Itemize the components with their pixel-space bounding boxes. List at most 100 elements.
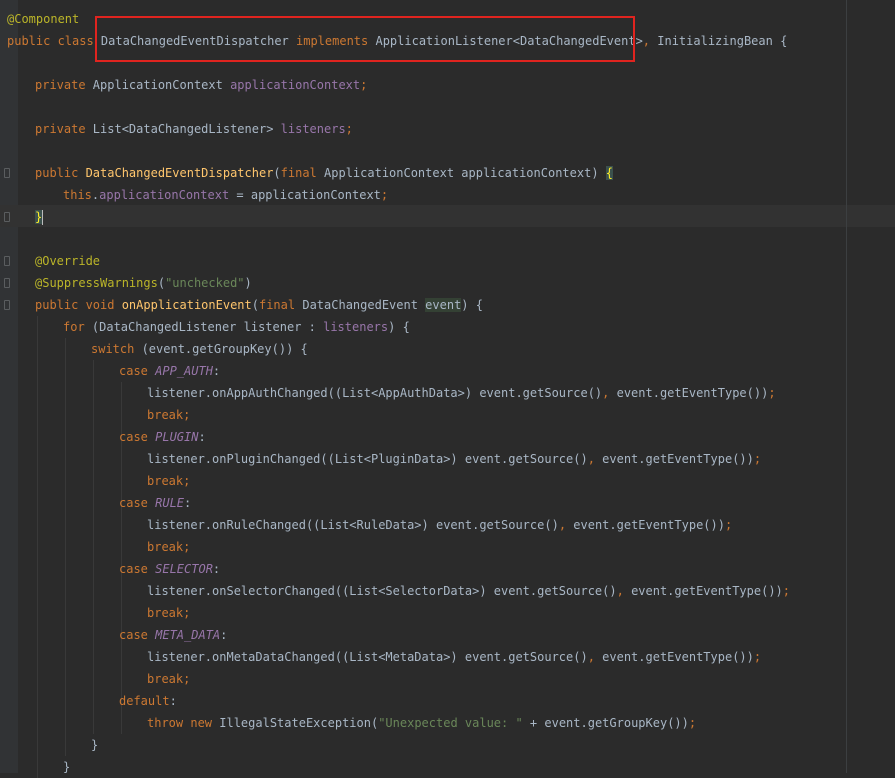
code-line[interactable]: @Override [35,250,100,272]
code-line[interactable]: listener.onPluginChanged((List<PluginDat… [147,448,761,470]
code-token: IllegalStateException( [219,716,379,730]
code-editor[interactable]: @Component public class DataChangedEventD… [0,0,895,778]
code-token: private [35,78,93,92]
code-token: break; [147,408,191,422]
fold-icon[interactable] [4,300,10,310]
code-line[interactable]: } [91,734,98,756]
code-token: this [63,188,92,202]
code-line[interactable]: } [63,756,70,778]
code-line[interactable]: listener.onRuleChanged((List<RuleData>) … [147,514,732,536]
code-token: ; [782,584,791,598]
code-line[interactable]: switch (event.getGroupKey()) { [91,338,308,360]
code-line[interactable]: break; [147,668,190,690]
code-token: ; [724,518,733,532]
code-token: case [119,364,156,378]
indent-guide [93,360,94,734]
code-token: listener.onRuleChanged((List<RuleData>) … [147,518,559,532]
code-token: DataChangedEvent [302,298,426,312]
code-token: case [119,562,156,576]
code-token: : [212,364,221,378]
code-line[interactable]: case RULE: [119,492,191,514]
fold-icon[interactable] [4,212,10,222]
code-token: , [587,452,603,466]
code-token: RULE [155,496,185,510]
fold-icon[interactable] [4,256,10,266]
code-line[interactable]: break; [147,404,190,426]
code-line[interactable]: throw new IllegalStateException("Unexpec… [147,712,696,734]
code-line[interactable]: @Component [7,8,79,30]
code-line[interactable]: public void onApplicationEvent(final Dat… [35,294,483,316]
code-token: ( [251,298,259,312]
fold-icon[interactable] [4,278,10,288]
code-token: , [602,386,617,400]
code-line[interactable]: case PLUGIN: [119,426,206,448]
code-token: , [642,34,658,48]
code-line[interactable]: } [35,206,44,228]
code-line[interactable]: private ApplicationContext applicationCo… [35,74,367,96]
code-token: final [280,166,325,180]
code-line[interactable]: public DataChangedEventDispatcher(final … [35,162,614,184]
code-token: "Unexpected value: " [378,716,523,730]
code-token: switch [91,342,142,356]
code-token: ( [157,276,166,290]
annotation-highlight-box [95,16,635,62]
code-token: for [63,320,92,334]
code-line[interactable]: break; [147,602,190,624]
code-token: , [558,518,574,532]
code-line[interactable]: default: [119,690,177,712]
code-token: ) [244,276,252,290]
code-token: InitializingBean { [657,34,788,48]
code-token: ; [345,122,353,136]
code-token: listener.onSelectorChanged((List<Selecto… [147,584,617,598]
current-line-highlight [0,205,895,227]
code-token: case [119,628,156,642]
code-token: DataChangedEventDispatcher [85,166,274,180]
code-line[interactable]: listener.onMetaDataChanged((List<MetaDat… [147,646,761,668]
code-token: applicationContext [99,188,230,202]
code-token: ; [360,78,368,92]
code-line[interactable]: break; [147,470,190,492]
fold-icon[interactable] [4,168,10,178]
code-line[interactable]: this.applicationContext = applicationCon… [63,184,388,206]
code-token: case [119,430,156,444]
code-line[interactable]: @SuppressWarnings("unchecked") [35,272,252,294]
code-token: listeners [280,122,346,136]
right-margin-guide [846,0,847,773]
code-token: META_DATA [155,628,221,642]
code-token: } [91,738,99,752]
code-token: break; [147,672,191,686]
code-line[interactable]: break; [147,536,190,558]
indent-guide [37,316,38,778]
code-token: event.getEventType()) [631,584,783,598]
code-token: ; [688,716,697,730]
code-token: ) { [461,298,483,312]
code-line[interactable]: case SELECTOR: [119,558,220,580]
code-token: ApplicationContext [92,78,231,92]
code-token: (DataChangedListener listener : [91,320,324,334]
code-token: onApplicationEvent [121,298,252,312]
code-token: @SuppressWarnings [35,276,158,290]
code-line[interactable]: private List<DataChangedListener> listen… [35,118,353,140]
code-token: @Override [35,254,101,268]
code-line[interactable]: case APP_AUTH: [119,360,220,382]
editor-gutter[interactable] [0,0,18,773]
code-token: , [587,650,603,664]
code-token: : [169,694,177,708]
code-line[interactable]: for (DataChangedListener listener : list… [63,316,410,338]
code-line[interactable]: case META_DATA: [119,624,227,646]
code-token: listener.onAppAuthChanged((List<AppAuthD… [147,386,603,400]
code-token: event.getEventType()) [616,386,769,400]
code-line[interactable]: listener.onSelectorChanged((List<Selecto… [147,580,790,602]
code-token: final [258,298,303,312]
code-token: default [119,694,170,708]
code-token: event.getEventType()) [602,452,754,466]
code-token: : [212,562,221,576]
code-token: SELECTOR [155,562,213,576]
code-line[interactable]: listener.onAppAuthChanged((List<AppAuthD… [147,382,776,404]
code-token: event [425,298,462,312]
code-token: throw new [147,716,220,730]
code-token: break; [147,606,191,620]
code-token: + event.getGroupKey()) [522,716,689,730]
code-token: break; [147,474,191,488]
code-token: applicationContext [230,78,361,92]
